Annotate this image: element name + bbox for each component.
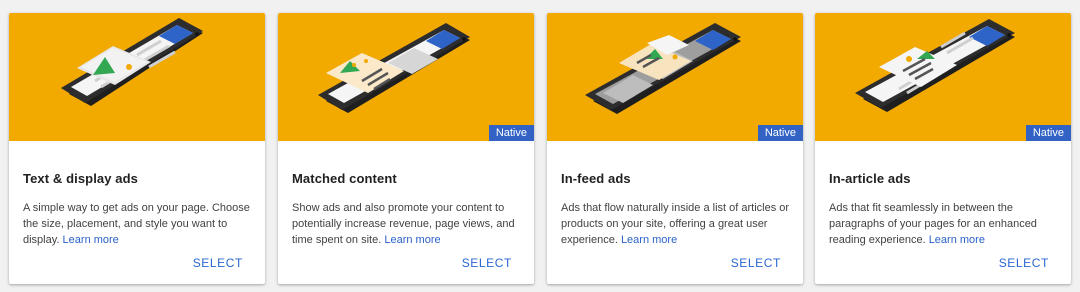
native-badge: Native [757,125,803,141]
card-title: In-article ads [829,171,911,186]
learn-more-link[interactable]: Learn more [929,234,985,246]
ad-type-card-matched-content[interactable]: Native Matched content Show ads and also… [278,13,534,284]
select-button[interactable]: SELECT [731,256,781,270]
learn-more-link[interactable]: Learn more [384,234,440,246]
card-illustration: Native [547,13,803,141]
select-button[interactable]: SELECT [462,256,512,270]
card-illustration [9,13,265,141]
card-description-text: A simple way to get ads on your page. Ch… [23,202,250,246]
card-title: Text & display ads [23,171,138,186]
card-title: Matched content [292,171,397,186]
phone-illustration [855,19,1015,112]
card-illustration: Native [815,13,1071,141]
select-button[interactable]: SELECT [193,256,243,270]
phone-illustration [61,18,203,106]
card-title: In-feed ads [561,171,631,186]
card-description: Ads that flow naturally inside a list of… [561,200,793,248]
card-illustration: Native [278,13,534,141]
phone-illustration [318,23,470,113]
native-badge: Native [1025,125,1071,141]
learn-more-link[interactable]: Learn more [621,234,677,246]
card-description: Ads that fit seamlessly in between the p… [829,200,1061,248]
ad-type-card-in-article[interactable]: Native In-article ads Ads that fit seaml… [815,13,1071,284]
card-description: Show ads and also promote your content t… [292,200,524,248]
native-badge: Native [488,125,534,141]
ad-type-card-text-display[interactable]: Text & display ads A simple way to get a… [9,13,265,284]
learn-more-link[interactable]: Learn more [63,234,119,246]
phone-illustration [585,23,741,114]
card-description: A simple way to get ads on your page. Ch… [23,200,255,248]
ad-type-card-in-feed[interactable]: Native In-feed ads Ads that flow natural… [547,13,803,284]
select-button[interactable]: SELECT [999,256,1049,270]
